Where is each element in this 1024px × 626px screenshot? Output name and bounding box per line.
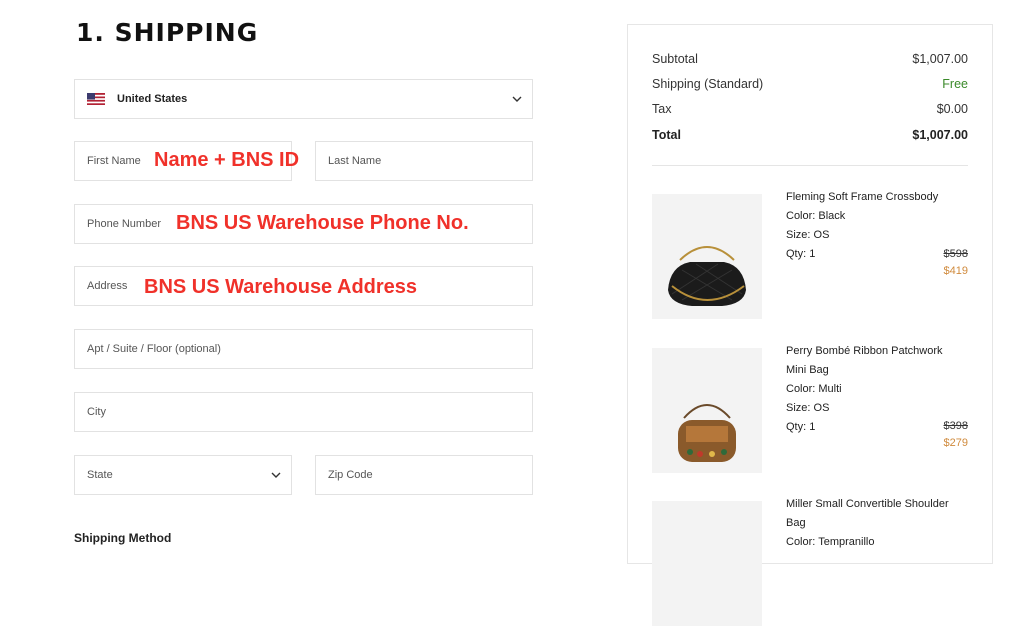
state-placeholder: State [87,469,113,481]
item-color: Color: Tempranillo [786,536,875,548]
item-original-price: $398 [943,420,968,432]
subtotal-label: Subtotal [652,52,698,66]
city-placeholder: City [87,406,106,418]
apt-placeholder: Apt / Suite / Floor (optional) [87,343,221,355]
item-image-crossbody[interactable] [652,194,762,319]
item-color: Color: Multi [786,383,842,395]
item-image-mini-bag[interactable] [652,348,762,473]
item-name-continued: Bag [786,517,806,529]
tax-label: Tax [652,102,672,116]
item-info-2: Perry Bombé Ribbon Patchwork Mini Bag Co… [786,342,970,437]
item-qty: Qty: 1 [786,248,816,260]
zip-field[interactable]: Zip Code [315,455,533,495]
item-name: Fleming Soft Frame Crossbody [786,191,939,203]
shipping-method-heading: Shipping Method [74,531,172,545]
patchwork-bag-icon [678,404,736,462]
page-title: 1. SHIPPING [76,18,259,47]
black-bag-icon [668,246,746,306]
first-name-placeholder: First Name [87,155,141,167]
item-info-1: Fleming Soft Frame Crossbody Color: Blac… [786,188,970,264]
tax-value: $0.00 [936,102,968,116]
apt-field[interactable]: Apt / Suite / Floor (optional) [74,329,533,369]
us-flag-icon [87,93,105,105]
total-label: Total [652,128,681,142]
item-name-continued: Mini Bag [786,364,829,376]
country-select[interactable]: United States [74,79,533,119]
item-size: Size: OS [786,229,830,241]
total-row: Total $1,007.00 [652,128,968,142]
address-annotation: BNS US Warehouse Address [144,276,418,298]
subtotal-value: $1,007.00 [912,52,968,66]
total-value: $1,007.00 [912,128,968,142]
item-image-shoulder-bag[interactable] [652,501,762,626]
last-name-placeholder: Last Name [328,155,382,167]
chevron-down-icon [271,472,281,478]
subtotal-row: Subtotal $1,007.00 [652,52,968,66]
item-info-3: Miller Small Convertible Shoulder Bag Co… [786,495,970,552]
country-value: United States [117,93,188,105]
chevron-down-icon [512,96,522,102]
address-placeholder: Address [87,280,128,292]
item-size: Size: OS [786,402,830,414]
order-summary: Subtotal $1,007.00 Shipping (Standard) F… [627,24,993,626]
item-name: Miller Small Convertible Shoulder [786,498,949,510]
item-qty: Qty: 1 [786,421,816,433]
item-name: Perry Bombé Ribbon Patchwork [786,345,943,357]
shipping-row: Shipping (Standard) Free [652,77,968,91]
phone-annotation: BNS US Warehouse Phone No. [176,212,469,234]
city-field[interactable]: City [74,392,533,432]
phone-placeholder: Phone Number [87,218,161,230]
zip-placeholder: Zip Code [328,469,373,481]
state-select[interactable]: State [74,455,292,495]
item-color: Color: Black [786,210,846,222]
summary-divider [652,165,968,166]
item-original-price: $598 [943,248,968,260]
shipping-label: Shipping (Standard) [652,77,764,91]
item-sale-price: $419 [943,265,968,277]
last-name-field[interactable]: Last Name [315,141,533,181]
tax-row: Tax $0.00 [652,102,968,116]
name-annotation: Name + BNS ID [154,149,300,171]
shipping-value: Free [942,77,968,91]
item-sale-price: $279 [943,437,968,449]
